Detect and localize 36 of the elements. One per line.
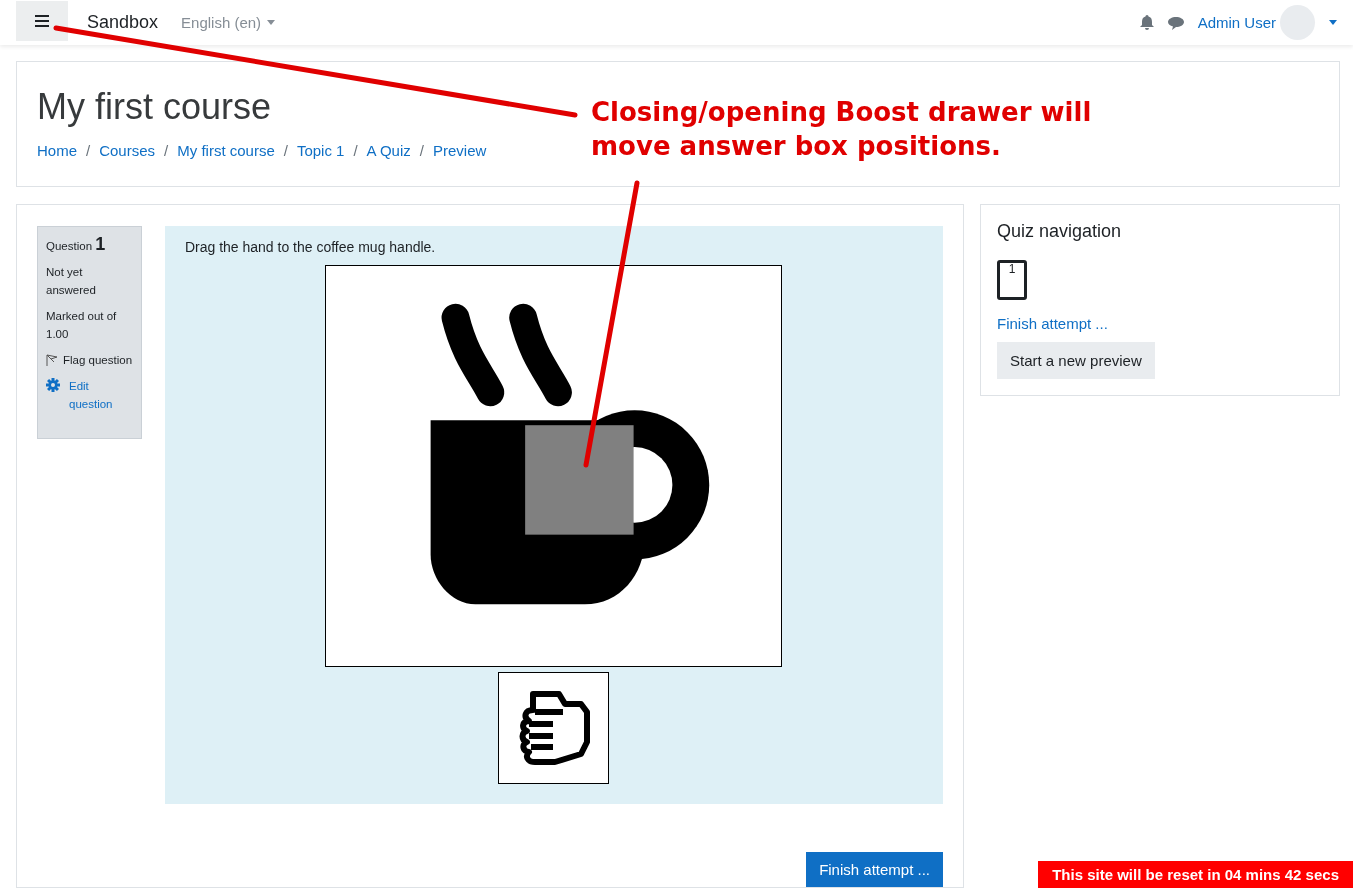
caret-icon [1329,20,1337,25]
menu-icon [35,14,49,27]
breadcrumb-separator: / [283,142,288,159]
start-new-preview-button[interactable]: Start a new preview [997,342,1155,379]
bell-icon[interactable] [1139,15,1154,30]
user-menu[interactable]: Admin User [1197,14,1276,31]
finish-attempt-link[interactable]: Finish attempt ... [997,315,1323,332]
question-text: Drag the hand to the coffee mug handle. [184,239,436,255]
question-nav-button[interactable]: 1 [997,260,1027,300]
breadcrumb-link[interactable]: Courses [99,142,156,159]
gear-icon[interactable] [46,378,60,392]
breadcrumb-separator: / [353,142,358,159]
flag-question-link[interactable]: Flag question [63,351,133,369]
question-status: Not yet answered [46,265,97,298]
breadcrumb-link[interactable]: My first course [177,142,275,159]
breadcrumb-link[interactable]: Topic 1 [296,142,345,159]
breadcrumb-separator: / [419,142,424,159]
panel-title: Quiz navigation [997,221,1123,242]
menu-button[interactable] [16,0,68,41]
chat-icon[interactable] [1167,15,1184,30]
site-name[interactable]: Sandbox [87,12,159,33]
flag-icon[interactable] [46,354,58,366]
course-title: My first course [37,86,272,128]
breadcrumb-separator: / [86,142,91,159]
breadcrumb-separator: / [164,142,169,159]
breadcrumb-link[interactable]: Home [37,142,77,159]
caret-icon [267,20,276,25]
annotation-text: Closing/opening Boost drawer will move answer box positions. [591,96,1093,163]
reset-banner: This site will be reset in 04 mins 42 secs [1038,861,1353,888]
draggable-item[interactable] [498,672,610,784]
edit-question-link[interactable]: Edit question [69,377,133,413]
finish-attempt-button[interactable]: Finish attempt ... [806,852,943,887]
question-marks: Marked out of 1.00 [46,309,118,342]
breadcrumb-link[interactable]: Preview [432,142,487,159]
language-menu[interactable]: English (en) [181,14,276,31]
breadcrumb-link[interactable]: A Quiz [366,142,411,159]
